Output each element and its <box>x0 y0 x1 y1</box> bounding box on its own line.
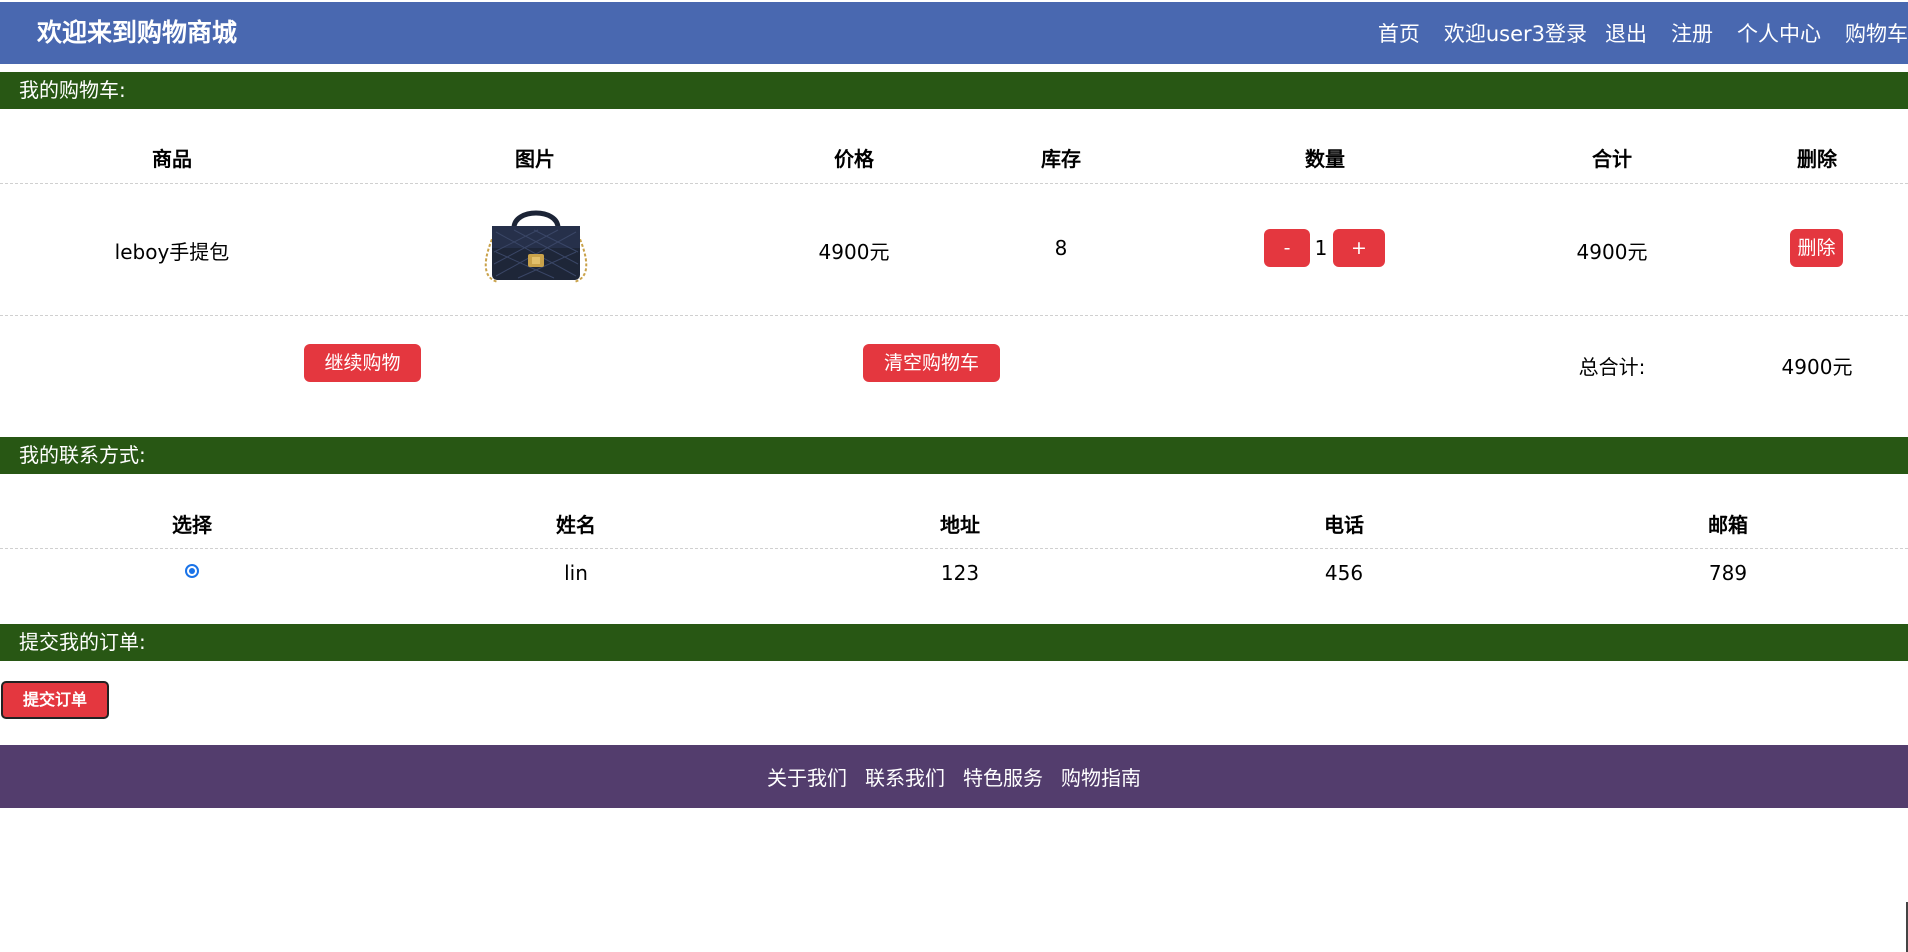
contact-email: 789 <box>1708 561 1748 585</box>
submit-order-button[interactable]: 提交订单 <box>1 681 109 719</box>
total-value: 4900元 <box>1781 355 1853 379</box>
footer-guide-link[interactable]: 购物指南 <box>1061 762 1141 791</box>
footer-services-link[interactable]: 特色服务 <box>963 762 1043 791</box>
cart-item-name: leboy手提包 <box>114 240 230 264</box>
quantity-increase-button[interactable]: + <box>1333 229 1385 267</box>
quantity-decrease-button[interactable]: - <box>1264 229 1310 267</box>
row-divider <box>0 315 1908 316</box>
top-nav: 首页 欢迎user3登录 退出 注册 个人中心 购物车 <box>1378 2 1908 64</box>
site-title: 欢迎来到购物商城 <box>37 18 238 47</box>
nav-profile-link[interactable]: 个人中心 <box>1737 18 1821 48</box>
row-divider <box>0 548 1908 549</box>
contact-select-radio[interactable] <box>185 564 199 578</box>
contact-col-name: 姓名 <box>556 513 596 537</box>
cart-col-delete: 删除 <box>1797 147 1837 171</box>
nav-welcome-user[interactable]: 欢迎user3登录 <box>1444 18 1587 48</box>
row-divider <box>0 183 1908 184</box>
cart-col-product: 商品 <box>152 147 192 171</box>
contact-name: lin <box>564 561 588 585</box>
contact-phone: 456 <box>1324 561 1364 585</box>
cart-item-subtotal: 4900元 <box>1576 240 1648 264</box>
cart-item-stock: 8 <box>1054 236 1068 260</box>
contact-col-select: 选择 <box>172 513 212 537</box>
quantity-value: 1 <box>1314 236 1328 260</box>
footer-contact-link[interactable]: 联系我们 <box>865 762 945 791</box>
nav-register-link[interactable]: 注册 <box>1671 18 1713 48</box>
cart-col-subtotal: 合计 <box>1592 147 1632 171</box>
contact-section-title: 我的联系方式: <box>0 437 1908 474</box>
cart-section-title: 我的购物车: <box>0 72 1908 109</box>
nav-logout-link[interactable]: 退出 <box>1605 18 1647 48</box>
handbag-image <box>484 210 588 283</box>
continue-shopping-button[interactable]: 继续购物 <box>304 344 421 382</box>
cart-col-stock: 库存 <box>1041 147 1081 171</box>
delete-item-button[interactable]: 删除 <box>1790 229 1843 267</box>
cart-item-price: 4900元 <box>818 240 890 264</box>
order-section-title: 提交我的订单: <box>0 624 1908 661</box>
cart-col-price: 价格 <box>834 147 874 171</box>
contact-address: 123 <box>940 561 980 585</box>
footer: 关于我们 联系我们 特色服务 购物指南 <box>0 745 1908 808</box>
nav-home-link[interactable]: 首页 <box>1378 18 1420 48</box>
top-header: 欢迎来到购物商城 首页 欢迎user3登录 退出 注册 个人中心 购物车 <box>0 2 1908 64</box>
contact-col-address: 地址 <box>940 513 980 537</box>
nav-cart-link[interactable]: 购物车 <box>1845 18 1908 48</box>
total-label: 总合计: <box>1578 355 1646 379</box>
contact-col-phone: 电话 <box>1324 513 1364 537</box>
clear-cart-button[interactable]: 清空购物车 <box>863 344 1000 382</box>
cart-col-image: 图片 <box>515 147 555 171</box>
cart-col-quantity: 数量 <box>1305 147 1345 171</box>
contact-col-email: 邮箱 <box>1708 513 1748 537</box>
footer-about-link[interactable]: 关于我们 <box>767 762 847 791</box>
